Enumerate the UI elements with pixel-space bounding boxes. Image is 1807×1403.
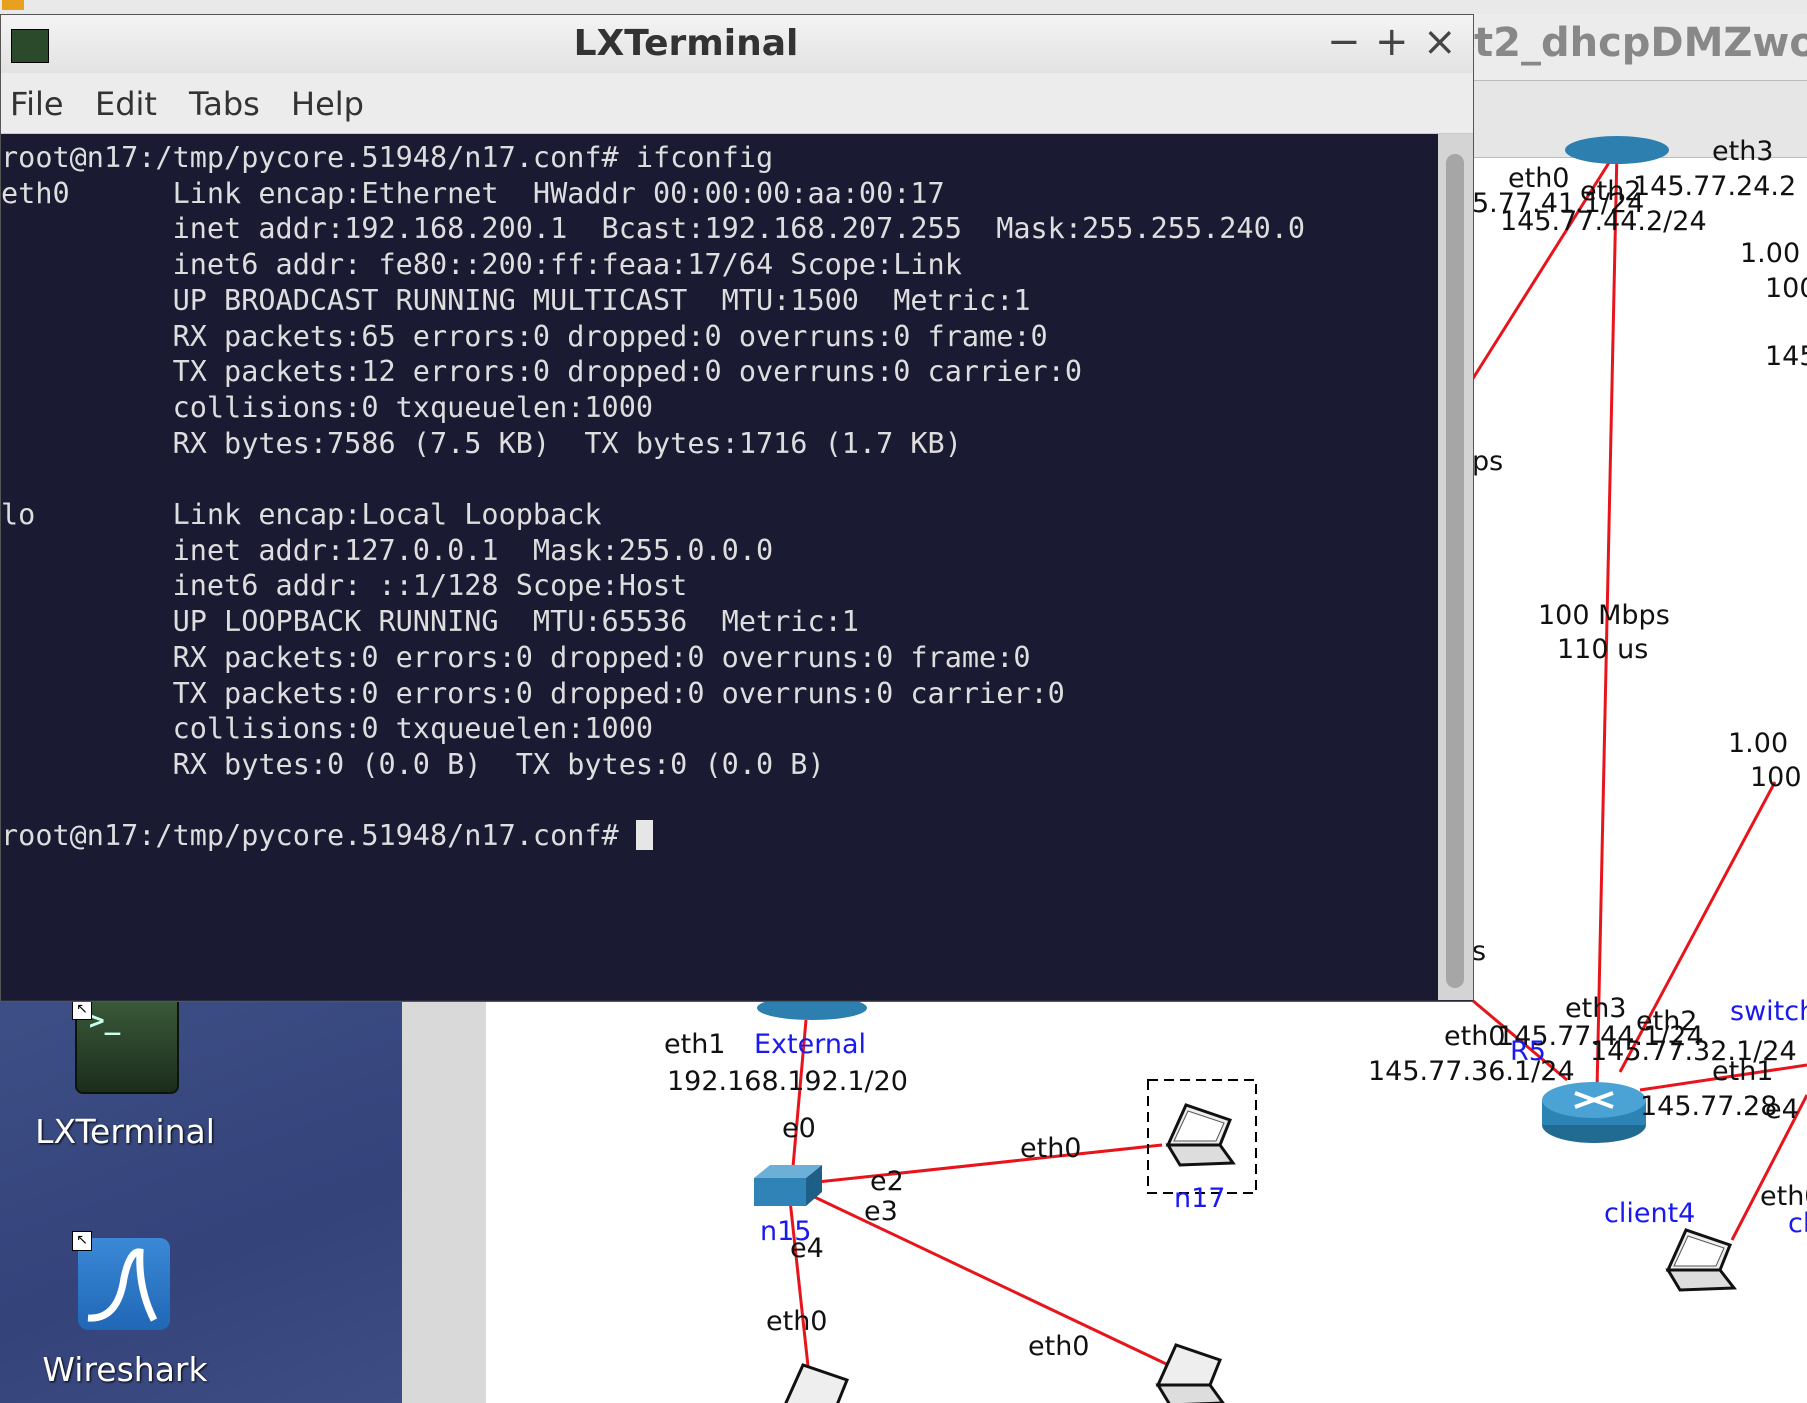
router-icon[interactable] (1542, 1082, 1646, 1143)
node-label-n15[interactable]: n15 (760, 1216, 811, 1247)
scrollbar-thumb[interactable] (1446, 154, 1464, 988)
terminal-title: LXTerminal (573, 23, 799, 64)
address-label: 192.168.192.1/20 (667, 1066, 908, 1097)
iface-label: eth3 (1565, 993, 1627, 1024)
address-label: 145.77.28 (1640, 1091, 1777, 1122)
terminal-line: UP LOOPBACK RUNNING MTU:65536 Metric:1 (1, 605, 859, 639)
terminal-line: inet addr:192.168.200.1 Bcast:192.168.20… (1, 212, 1306, 246)
terminal-title-bar[interactable]: LXTerminal − + × (1, 15, 1473, 73)
link-line (807, 1143, 1163, 1185)
link-label: ps (1472, 446, 1503, 477)
terminal-line: lo Link encap:Local Loopback (1, 498, 602, 532)
link-label: 100 (1765, 273, 1807, 304)
link-label: 1.00 (1728, 728, 1788, 759)
node-label-client4[interactable]: client4 (1604, 1198, 1695, 1229)
terminal-line: RX packets:0 errors:0 dropped:0 overruns… (1, 640, 1031, 674)
menu-edit[interactable]: Edit (95, 85, 157, 123)
menu-tabs[interactable]: Tabs (189, 85, 260, 123)
terminal-line: TX packets:12 errors:0 dropped:0 overrun… (1, 355, 1082, 389)
link-label: s (1472, 936, 1486, 967)
terminal-line: RX bytes:0 (0.0 B) TX bytes:0 (0.0 B) (1, 747, 825, 781)
iface-label: eth0 (1020, 1133, 1082, 1164)
maximize-button[interactable]: + (1375, 19, 1409, 65)
switch-icon[interactable] (754, 1165, 822, 1206)
terminal-menu-bar: File Edit Tabs Help (1, 73, 1473, 134)
iface-label: e0 (782, 1113, 816, 1144)
text-cursor (635, 820, 653, 851)
router-icon[interactable] (1565, 136, 1669, 164)
node-label-external[interactable]: External (754, 1029, 866, 1060)
link-label: 1.00 (1740, 238, 1800, 269)
node-label-client[interactable]: cl (1788, 1208, 1807, 1239)
iface-label: eth1 (664, 1029, 726, 1060)
link-delay-label: 110 us (1557, 634, 1648, 665)
address-label: 145.77.24.2 (1633, 171, 1796, 202)
terminal-output[interactable]: root@n17:/tmp/pycore.51948/n17.conf# ifc… (1, 134, 1438, 1000)
terminal-line: inet addr:127.0.0.1 Mask:255.0.0.0 (1, 533, 774, 567)
terminal-window: LXTerminal − + × File Edit Tabs Help roo… (0, 14, 1474, 1002)
link-label: 145 (1765, 341, 1807, 372)
laptop-icon[interactable] (1155, 1343, 1225, 1403)
node-label-switch[interactable]: switch (1730, 996, 1807, 1027)
laptop-icon[interactable] (1665, 1228, 1737, 1292)
terminal-line: inet6 addr: ::1/128 Scope:Host (1, 569, 688, 603)
iface-label: e3 (864, 1196, 898, 1227)
terminal-line: root@n17:/tmp/pycore.51948/n17.conf# ifc… (1, 141, 774, 174)
terminal-prompt: root@n17:/tmp/pycore.51948/n17.conf# (1, 819, 636, 853)
laptop-icon[interactable] (1165, 1103, 1236, 1167)
link-label: 100 (1750, 762, 1802, 793)
node-label-r5[interactable]: R5 (1510, 1036, 1546, 1067)
terminal-scrollbar[interactable] (1438, 134, 1473, 1000)
menu-file[interactable]: File (10, 85, 64, 123)
laptop-icon[interactable] (784, 1363, 849, 1403)
iface-label: eth1 (1712, 1056, 1774, 1087)
terminal-line: collisions:0 txqueuelen:1000 (1, 390, 654, 424)
close-button[interactable]: × (1423, 19, 1457, 65)
iface-label: eth0 (766, 1306, 828, 1337)
link-speed-label: 100 Mbps (1538, 600, 1670, 631)
terminal-line: inet6 addr: fe80::200:ff:feaa:17/64 Scop… (1, 248, 962, 282)
menu-help[interactable]: Help (291, 85, 364, 123)
terminal-line: RX bytes:7586 (7.5 KB) TX bytes:1716 (1.… (1, 426, 962, 460)
terminal-line: RX packets:65 errors:0 dropped:0 overrun… (1, 319, 1048, 353)
address-label: 145.77.44.2/24 (1500, 206, 1707, 237)
minimize-button[interactable]: − (1327, 19, 1361, 65)
iface-label: eth0 (1028, 1331, 1090, 1362)
terminal-line: UP BROADCAST RUNNING MULTICAST MTU:1500 … (1, 283, 1031, 317)
terminal-line: eth0 Link encap:Ethernet HWaddr 00:00:00… (1, 176, 945, 210)
terminal-line: TX packets:0 errors:0 dropped:0 overruns… (1, 676, 1065, 710)
iface-label: eth3 (1712, 136, 1774, 167)
iface-label: e2 (870, 1166, 904, 1197)
terminal-line: collisions:0 txqueuelen:1000 (1, 712, 654, 746)
node-label-n17[interactable]: n17 (1174, 1183, 1225, 1214)
iface-label: e4 (1765, 1094, 1799, 1125)
terminal-text: root@n17:/tmp/pycore.51948/n17.conf# ifc… (1, 134, 1438, 854)
